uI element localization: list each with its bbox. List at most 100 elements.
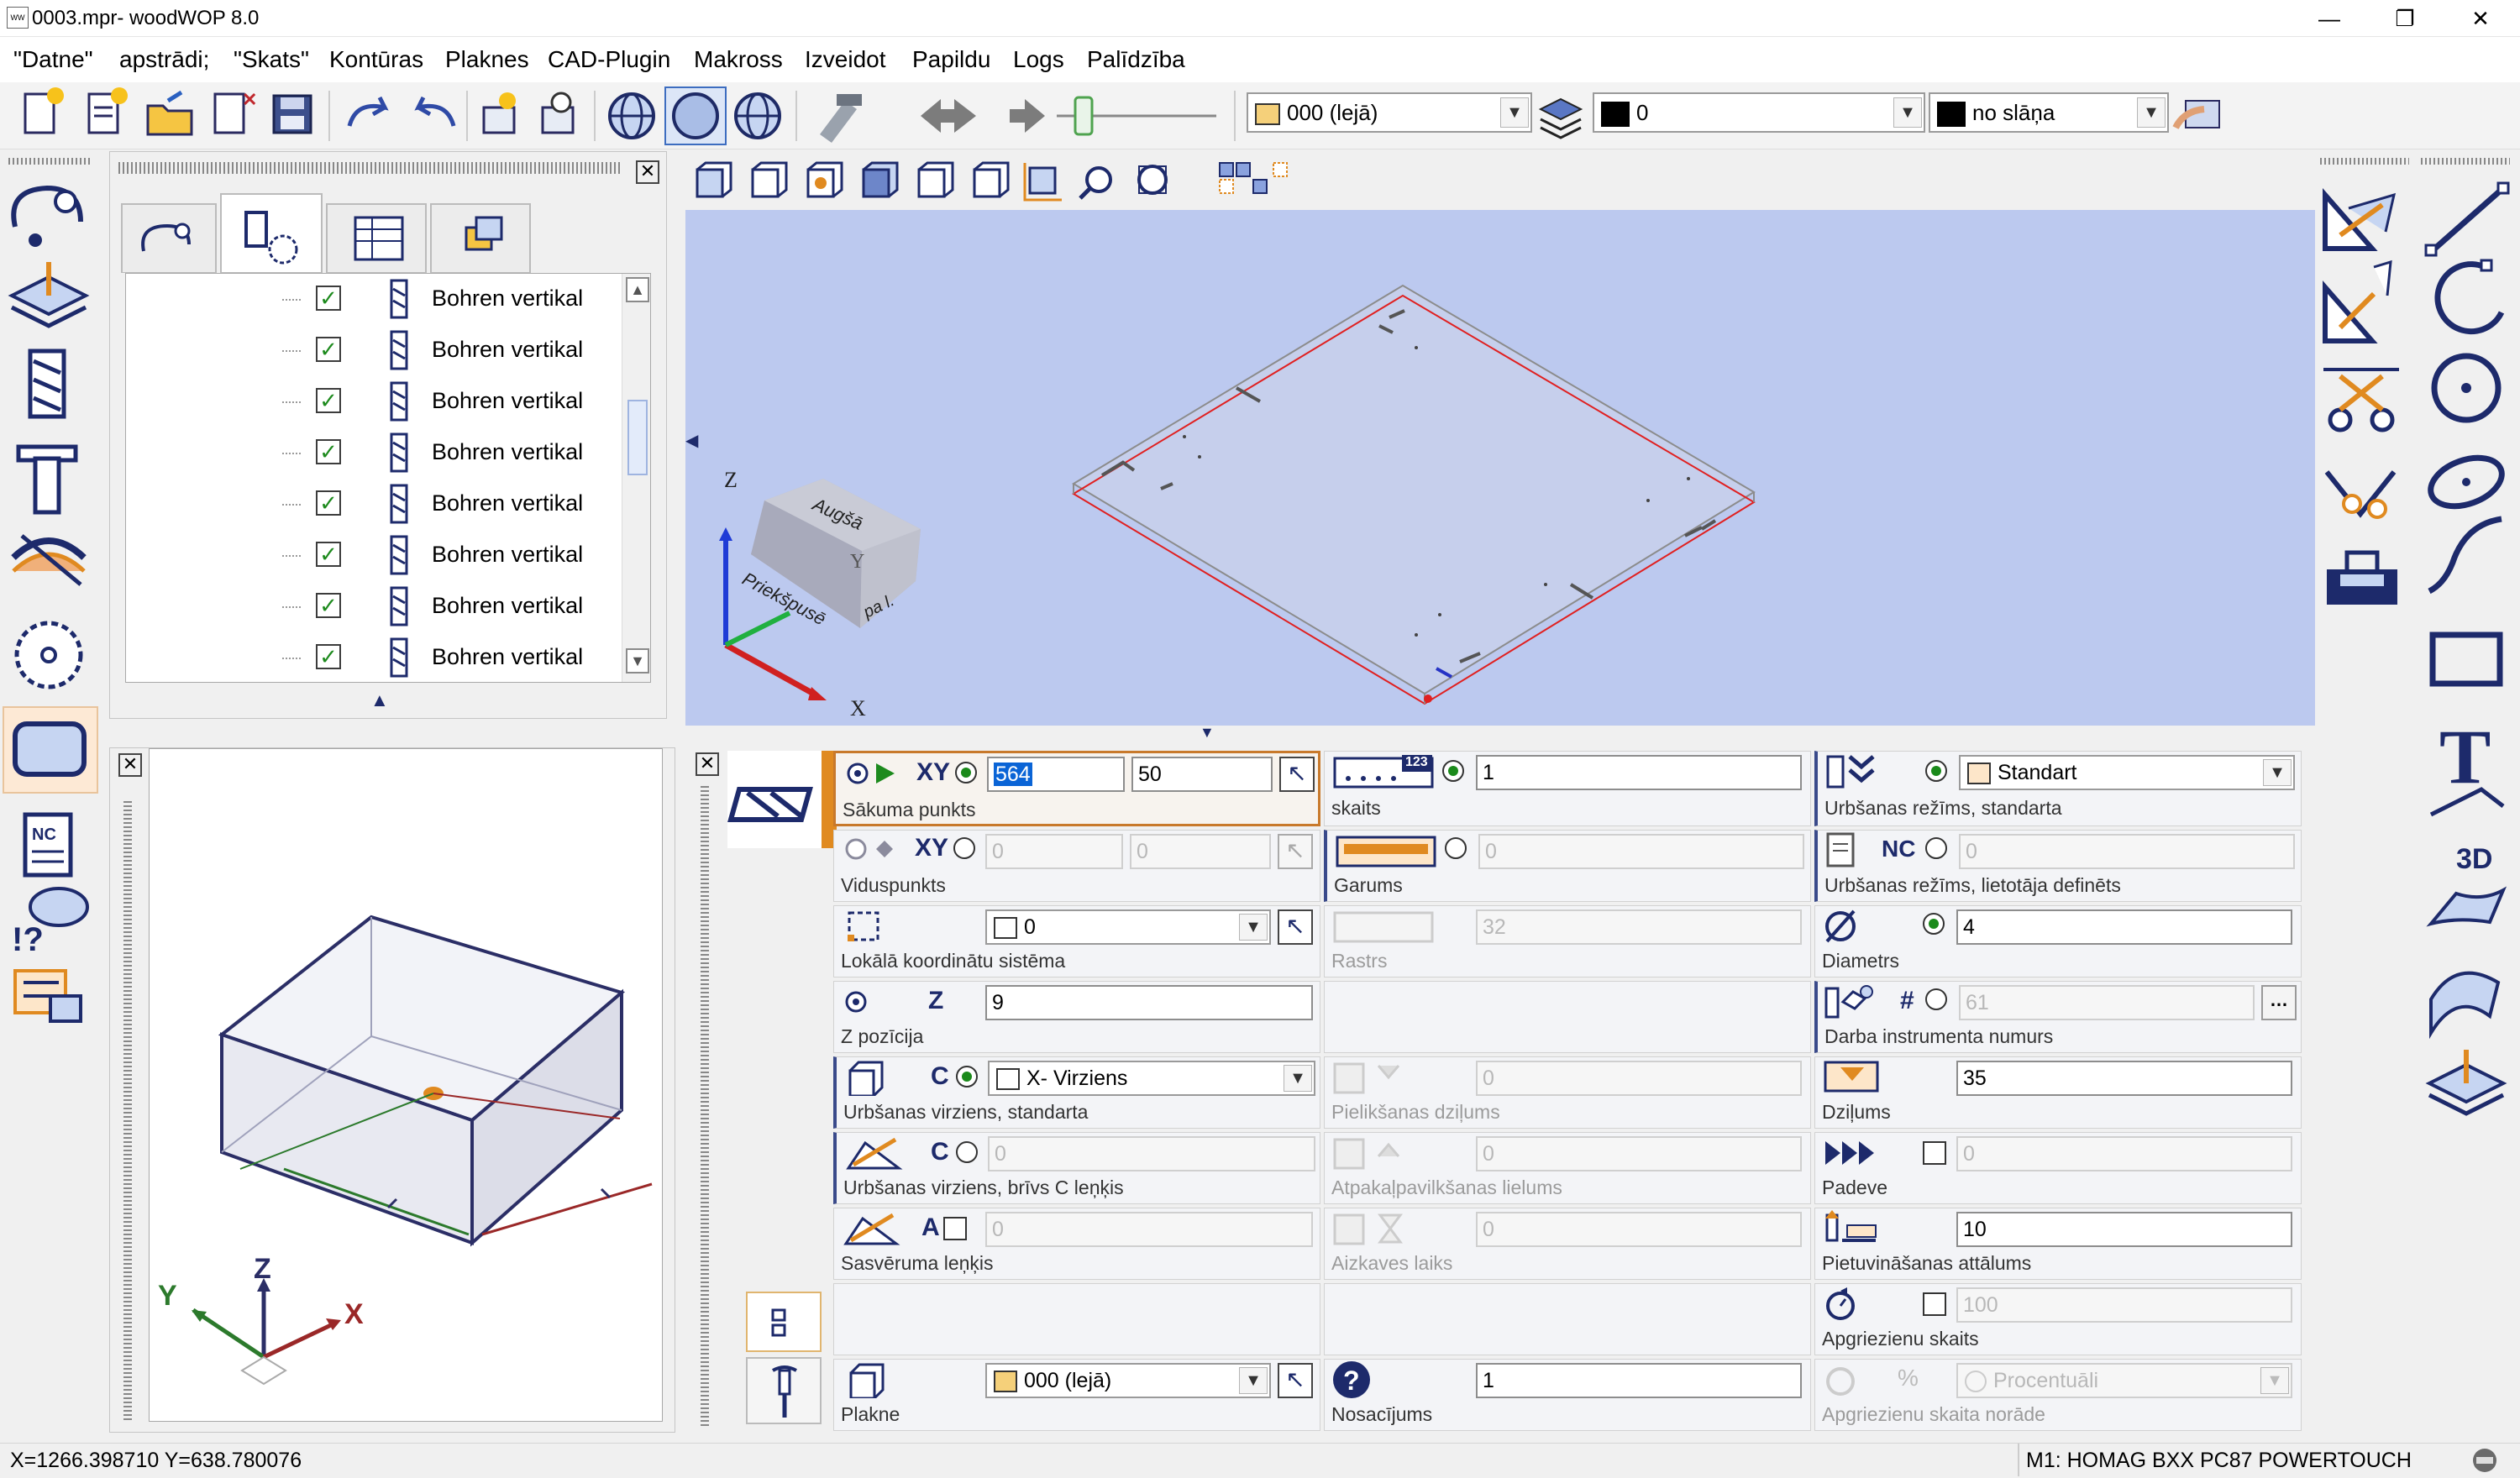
- new-component-icon[interactable]: [482, 92, 516, 134]
- drill-mode-std-radio[interactable]: [1925, 760, 1947, 782]
- tool-number-radio[interactable]: [1925, 988, 1947, 1010]
- drill-icon[interactable]: [28, 349, 66, 419]
- menu-logs[interactable]: Logs: [1013, 46, 1064, 73]
- local-cs-combo[interactable]: 0 ▼: [985, 909, 1271, 945]
- length-radio[interactable]: [1445, 837, 1467, 859]
- tilt-checkbox[interactable]: [943, 1217, 967, 1240]
- globe-view-icon[interactable]: [608, 92, 655, 139]
- zoom-icon[interactable]: [1079, 166, 1112, 200]
- rpm-spec-combo[interactable]: Procentuāli ▼: [1956, 1363, 2292, 1398]
- chevron-down-icon[interactable]: ▼: [1284, 1065, 1312, 1092]
- approach-input[interactable]: 10: [1956, 1212, 2292, 1247]
- drill-dir-radio[interactable]: [956, 1066, 978, 1088]
- tree-checkbox[interactable]: ✓: [316, 644, 341, 669]
- arrow-left-icon[interactable]: [921, 99, 956, 133]
- maximize-button[interactable]: ❐: [2367, 0, 2443, 37]
- color-combo[interactable]: no slāņa ▼: [1929, 92, 2169, 133]
- param-close-button[interactable]: ✕: [696, 752, 719, 776]
- surface-tool-icon[interactable]: [2426, 886, 2507, 927]
- list-item[interactable]: ✓ Bohren vertikal: [126, 632, 622, 682]
- list-item[interactable]: ✓ Bohren vertikal: [126, 479, 622, 530]
- arc-tool-icon[interactable]: [2434, 259, 2505, 335]
- mid-y-input[interactable]: 0: [1130, 834, 1271, 869]
- list-item[interactable]: ✓ Bohren vertikal: [126, 376, 622, 427]
- delete-component-icon[interactable]: [541, 92, 575, 134]
- circle-tool-icon[interactable]: [2431, 353, 2502, 423]
- side-tab-parameters[interactable]: [746, 1292, 822, 1352]
- new-from-template-icon[interactable]: [87, 87, 128, 134]
- pick-plane-button[interactable]: ↖: [1278, 1363, 1313, 1398]
- cylinder-surface-icon[interactable]: [2429, 971, 2501, 1040]
- z-pos-input[interactable]: 9: [985, 985, 1313, 1020]
- align-split-icon[interactable]: [1252, 162, 1288, 194]
- drill-dir-free-input[interactable]: 0: [988, 1136, 1315, 1171]
- list-item[interactable]: ✓ Bohren vertikal: [126, 427, 622, 479]
- menu-makross[interactable]: Makross: [694, 46, 783, 73]
- machine-status-icon[interactable]: [2470, 1447, 2500, 1474]
- diameter-input[interactable]: 4: [1956, 909, 2292, 945]
- chevron-down-icon[interactable]: ▼: [1500, 97, 1529, 128]
- toolbar-grip[interactable]: [2421, 158, 2510, 165]
- open-folder-icon[interactable]: [146, 90, 193, 136]
- nc-file-icon[interactable]: NC: [23, 812, 73, 878]
- pocket-tool-icon[interactable]: [13, 721, 87, 777]
- drill-mode-user-input[interactable]: 0: [1959, 834, 2295, 869]
- variables-icon[interactable]: [13, 969, 82, 1023]
- menu-papildu[interactable]: Papildu: [912, 46, 990, 73]
- layer-up-icon[interactable]: [2425, 1050, 2507, 1116]
- arrow-right-icon[interactable]: [1010, 99, 1045, 133]
- contour-tool-icon[interactable]: [11, 185, 83, 247]
- scroll-thumb[interactable]: [627, 400, 648, 475]
- tree-checkbox[interactable]: ✓: [316, 388, 341, 413]
- tab-drill-icon[interactable]: [220, 193, 323, 273]
- chevron-down-icon[interactable]: ▼: [1893, 97, 1922, 128]
- preview-close-button[interactable]: ✕: [118, 753, 142, 777]
- 3d-tool-icon[interactable]: 3D: [2429, 787, 2505, 875]
- viewcube[interactable]: Augšā Priekšpusē pa l.: [739, 479, 921, 630]
- rectangle-tool-icon[interactable]: [2429, 632, 2503, 687]
- panel-grip[interactable]: [123, 799, 132, 1420]
- view-bottom-icon[interactable]: [862, 161, 899, 198]
- delete-file-icon[interactable]: ✕: [213, 89, 257, 134]
- tree-scrollbar[interactable]: ▲ ▼: [622, 274, 650, 682]
- plane-layer-icon[interactable]: [8, 262, 90, 328]
- condition-input[interactable]: 1: [1476, 1363, 1802, 1398]
- tool-number-input[interactable]: 61: [1959, 985, 2255, 1020]
- line-tool-icon[interactable]: [2424, 181, 2510, 257]
- start-y-input[interactable]: 50: [1131, 757, 1273, 792]
- collapse-down-icon[interactable]: ▼: [1200, 724, 1215, 742]
- toolbar-grip[interactable]: [2320, 158, 2409, 165]
- hammer-tool-icon[interactable]: [820, 94, 862, 143]
- drill-mode-std-combo[interactable]: Standart ▼: [1959, 755, 2295, 790]
- tilt-input[interactable]: 0: [985, 1212, 1313, 1247]
- speed-slider[interactable]: [1057, 96, 1216, 136]
- menu-skats[interactable]: "Skats": [234, 46, 309, 73]
- redo-icon[interactable]: [414, 96, 456, 127]
- mid-point-radio[interactable]: [953, 837, 975, 859]
- minimize-button[interactable]: —: [2292, 0, 2367, 37]
- view-front-icon[interactable]: [696, 161, 732, 198]
- tab-table-icon[interactable]: [326, 203, 427, 273]
- scissors-icon[interactable]: [2323, 368, 2399, 432]
- help-chat-icon[interactable]: !?: [12, 887, 89, 958]
- chevron-down-icon[interactable]: ▼: [1239, 1367, 1268, 1394]
- tree-checkbox[interactable]: ✓: [316, 337, 341, 362]
- drill-dir-free-radio[interactable]: [956, 1141, 978, 1163]
- side-tab-tool[interactable]: [746, 1357, 822, 1424]
- gear-saw-icon[interactable]: [14, 621, 83, 689]
- count-radio[interactable]: [1442, 760, 1464, 782]
- view-back-icon[interactable]: [751, 161, 788, 198]
- new-file-icon[interactable]: [24, 87, 64, 134]
- add-depth-input[interactable]: 0: [1476, 1061, 1802, 1096]
- panel-grip[interactable]: [701, 786, 709, 1426]
- plane-combo[interactable]: 000 (lejā) ▼: [1247, 92, 1532, 133]
- chevron-down-icon[interactable]: ▼: [1239, 914, 1268, 941]
- feed-checkbox[interactable]: [1923, 1141, 1946, 1165]
- rpm-checkbox[interactable]: [1923, 1292, 1946, 1316]
- collapse-left-icon[interactable]: ◀: [685, 430, 698, 451]
- align-grid-icon[interactable]: [1219, 162, 1251, 194]
- depth-input[interactable]: 35: [1956, 1061, 2292, 1096]
- menu-cad-plugin[interactable]: CAD-Plugin: [548, 46, 670, 73]
- menu-apstradi[interactable]: apstrādi;: [119, 46, 209, 73]
- feed-input[interactable]: 0: [1956, 1136, 2292, 1171]
